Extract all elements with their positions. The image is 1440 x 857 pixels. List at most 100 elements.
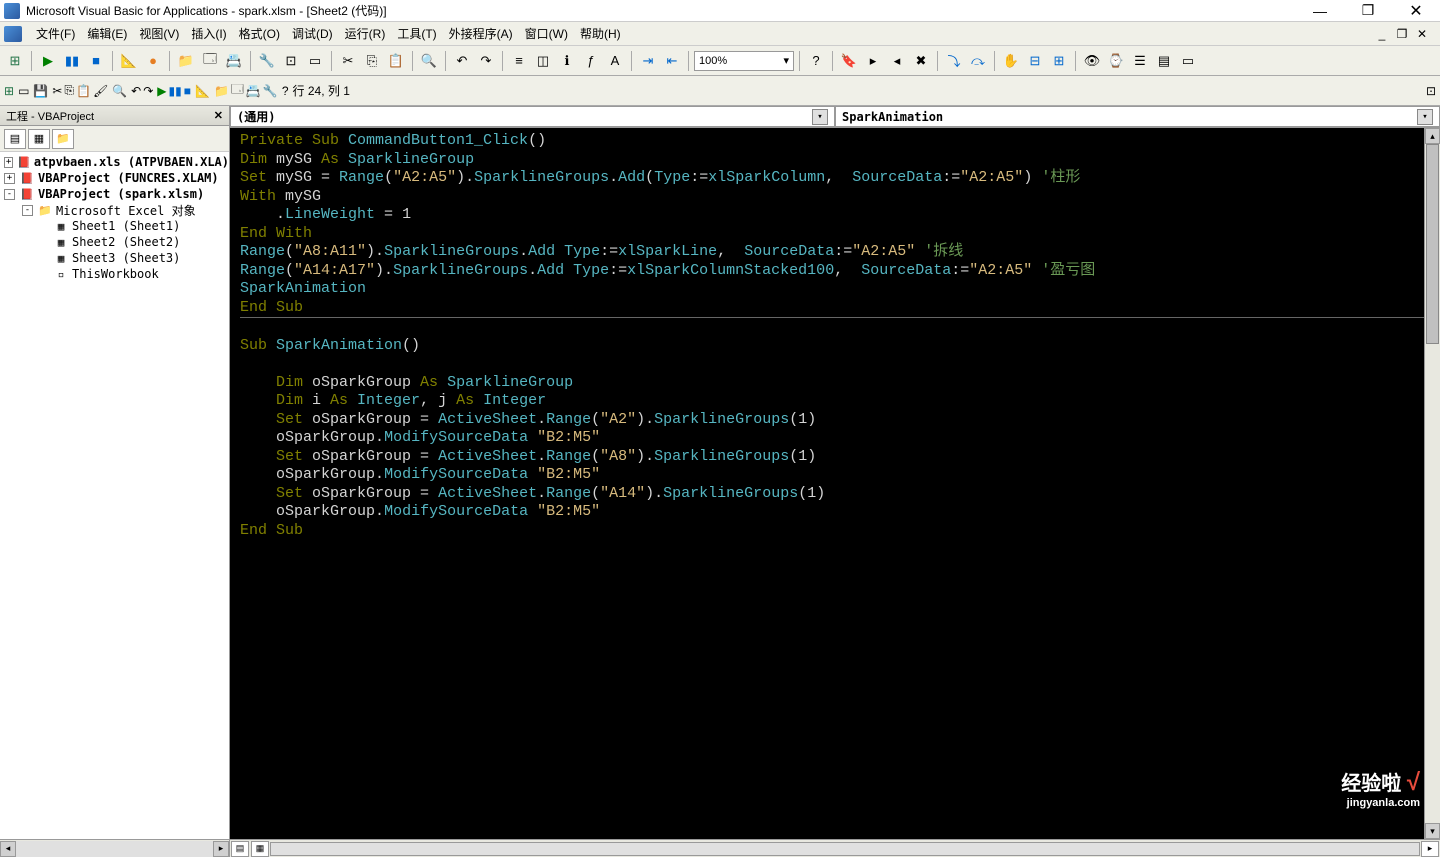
code-area[interactable]: Private Sub CommandButton1_Click()Dim my…: [230, 128, 1440, 839]
code-line[interactable]: End With: [240, 225, 1430, 244]
code-line[interactable]: Sub SparkAnimation(): [240, 337, 1430, 356]
toggle-breakpoint-icon[interactable]: ●: [142, 50, 164, 72]
step-over-icon[interactable]: ⤼: [967, 50, 989, 72]
quick-watch-icon[interactable]: ⌚: [1105, 50, 1127, 72]
scroll-right-icon[interactable]: ▸: [1421, 841, 1439, 857]
scroll-up-icon[interactable]: ▴: [1425, 128, 1440, 144]
code-line[interactable]: Private Sub CommandButton1_Click(): [240, 132, 1430, 151]
minimize-button[interactable]: —: [1300, 1, 1340, 21]
cut-icon[interactable]: ✂: [337, 50, 359, 72]
mdi-restore-button[interactable]: ❐: [1394, 27, 1410, 41]
code-line[interactable]: Set oSparkGroup = ActiveSheet.Range("A14…: [240, 485, 1430, 504]
code-line[interactable]: oSparkGroup.ModifySourceData "B2:M5": [240, 466, 1430, 485]
break-icon[interactable]: ▮▮: [61, 50, 83, 72]
scroll-left-icon[interactable]: ◂: [0, 841, 16, 857]
view-excel-icon[interactable]: ⊞: [4, 50, 26, 72]
mdi-minimize-button[interactable]: _: [1374, 27, 1390, 41]
project2-icon[interactable]: 📁: [214, 84, 229, 98]
comment-block-icon[interactable]: ⊟: [1024, 50, 1046, 72]
properties2-icon[interactable]: 🗔: [231, 80, 244, 101]
step-into-icon[interactable]: ⤵: [943, 50, 965, 72]
code-line[interactable]: Set mySG = Range("A2:A5").SparklineGroup…: [240, 169, 1430, 188]
format-painter-icon[interactable]: 🖌: [93, 84, 108, 98]
paste-icon[interactable]: 📋: [385, 50, 407, 72]
run2-icon[interactable]: ▶: [157, 84, 166, 98]
toolbox2-icon[interactable]: 🔧: [263, 84, 278, 98]
full-module-view-icon[interactable]: ▦: [251, 841, 269, 857]
parameter-info-icon[interactable]: ƒ: [580, 50, 602, 72]
copy-icon[interactable]: ⎘: [361, 50, 383, 72]
call-stack-icon[interactable]: ☰: [1129, 50, 1151, 72]
list-properties-icon[interactable]: ≡: [508, 50, 530, 72]
reset-icon[interactable]: ■: [85, 50, 107, 72]
copy2-icon[interactable]: ⎘: [64, 83, 74, 98]
object-browser-icon[interactable]: 📇: [223, 50, 245, 72]
code-line[interactable]: Set oSparkGroup = ActiveSheet.Range("A8"…: [240, 448, 1430, 467]
hand-icon[interactable]: ✋: [1000, 50, 1022, 72]
extra-icon[interactable]: ⊡: [1426, 84, 1436, 98]
code-line[interactable]: Dim mySG As SparklineGroup: [240, 151, 1430, 170]
code-line[interactable]: End Sub: [240, 522, 1430, 541]
list-constants-icon[interactable]: ◫: [532, 50, 554, 72]
scroll-down-icon[interactable]: ▾: [1425, 823, 1440, 839]
menu-debug[interactable]: 调试(D): [286, 23, 339, 44]
zoom-combobox[interactable]: 100%▾: [694, 51, 794, 71]
uncomment-block-icon[interactable]: ⊞: [1048, 50, 1070, 72]
menu-format[interactable]: 格式(O): [233, 23, 286, 44]
code-line[interactable]: Range("A8:A11").SparklineGroups.Add Type…: [240, 243, 1430, 262]
design-mode-icon[interactable]: 📐: [118, 50, 140, 72]
object-browser2-icon[interactable]: 📇: [246, 84, 261, 98]
design2-icon[interactable]: 📐: [195, 84, 210, 98]
dropdown-arrow-icon[interactable]: ▾: [1417, 109, 1433, 125]
code-line[interactable]: [240, 318, 1430, 337]
stop2-icon[interactable]: ■: [184, 84, 191, 98]
tree-item[interactable]: ▦Sheet1 (Sheet1): [0, 218, 229, 234]
project-hscroll[interactable]: ◂ ▸: [0, 839, 229, 857]
quick-info-icon[interactable]: ℹ: [556, 50, 578, 72]
watch-icon[interactable]: 👁: [1081, 50, 1103, 72]
find2-icon[interactable]: 🔍: [112, 84, 127, 98]
horizontal-scrollbar[interactable]: [270, 842, 1420, 856]
toolbox-icon[interactable]: 🔧: [256, 50, 278, 72]
menu-insert[interactable]: 插入(I): [185, 23, 232, 44]
immediate-icon[interactable]: ▭: [1177, 50, 1199, 72]
help-icon[interactable]: ?: [805, 50, 827, 72]
menu-file[interactable]: 文件(F): [30, 23, 81, 44]
menu-tools[interactable]: 工具(T): [391, 23, 442, 44]
object-dropdown[interactable]: (通用) ▾: [230, 106, 835, 127]
outdent-icon[interactable]: ⇤: [661, 50, 683, 72]
expand-icon[interactable]: -: [22, 205, 33, 216]
clear-bookmarks-icon[interactable]: ✖: [910, 50, 932, 72]
project-explorer-icon[interactable]: 📁: [175, 50, 197, 72]
complete-word-icon[interactable]: A: [604, 50, 626, 72]
procedure-dropdown[interactable]: SparkAnimation ▾: [835, 106, 1440, 127]
tab-order-icon[interactable]: ⊡: [280, 50, 302, 72]
save-icon[interactable]: 💾: [33, 84, 48, 98]
tree-item[interactable]: +📕VBAProject (FUNCRES.XLAM): [0, 170, 229, 186]
view-code-icon[interactable]: ▤: [4, 129, 26, 149]
tree-item[interactable]: -📁Microsoft Excel 对象: [0, 202, 229, 218]
code-line[interactable]: Dim i As Integer, j As Integer: [240, 392, 1430, 411]
code-line[interactable]: SparkAnimation: [240, 280, 1430, 299]
paste2-icon[interactable]: 📋: [76, 84, 91, 98]
indent-icon[interactable]: ⇥: [637, 50, 659, 72]
vertical-scrollbar[interactable]: ▴ ▾: [1424, 128, 1440, 839]
dropdown-arrow-icon[interactable]: ▾: [812, 109, 828, 125]
undo-icon[interactable]: ↶: [451, 50, 473, 72]
menu-edit[interactable]: 编辑(E): [81, 23, 133, 44]
toggle-folders-icon[interactable]: 📁: [52, 129, 74, 149]
scroll-right-icon[interactable]: ▸: [213, 841, 229, 857]
project-close-button[interactable]: ✕: [214, 109, 223, 122]
code-line[interactable]: Set oSparkGroup = ActiveSheet.Range("A2"…: [240, 411, 1430, 430]
locals-icon[interactable]: ▤: [1153, 50, 1175, 72]
maximize-button[interactable]: ❐: [1348, 1, 1388, 21]
expand-icon[interactable]: -: [4, 189, 15, 200]
cut2-icon[interactable]: ✂: [52, 84, 62, 98]
prev-bookmark-icon[interactable]: ◂: [886, 50, 908, 72]
mdi-close-button[interactable]: ✕: [1414, 27, 1430, 41]
menu-help[interactable]: 帮助(H): [574, 23, 627, 44]
toggle-bookmark-icon[interactable]: 🔖: [838, 50, 860, 72]
code-line[interactable]: Dim oSparkGroup As SparklineGroup: [240, 374, 1430, 393]
insert-module-icon[interactable]: ▭: [18, 84, 29, 98]
undo2-icon[interactable]: ↶: [131, 84, 141, 98]
